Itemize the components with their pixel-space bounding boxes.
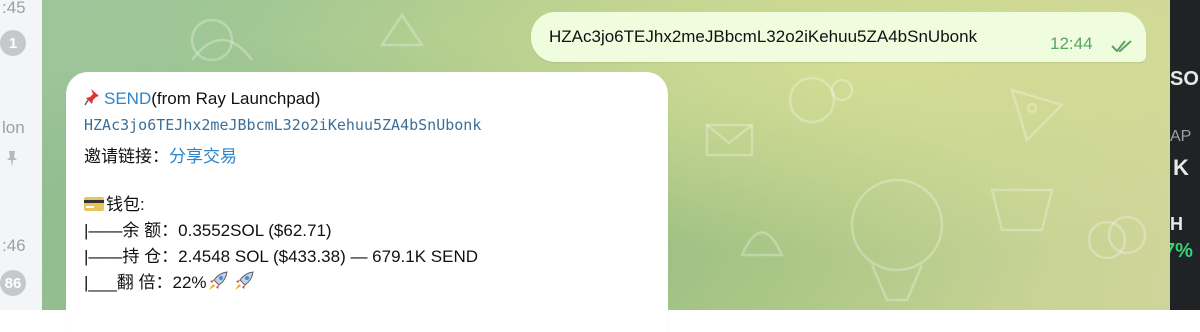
panel-text: H bbox=[1170, 214, 1183, 234]
chat-time: :46 bbox=[2, 236, 26, 255]
wallet-label: 钱包: bbox=[106, 195, 145, 214]
token-header-line: SEND(from Ray Launchpad) bbox=[84, 88, 320, 109]
outgoing-message-text: HZAc3jo6TEJhx2meJBbcmL32o2iKehuu5ZA4bSnU… bbox=[549, 27, 978, 46]
right-panel: SOL AP K H 7% bbox=[1170, 0, 1200, 310]
message-time: 12:44 bbox=[1050, 34, 1093, 53]
multiple-text: |___翻 倍：22% bbox=[84, 273, 207, 292]
chat-list-strip: :45 1 lon :46 86 bbox=[0, 0, 43, 310]
position-line: |——持 仓：2.4548 SOL ($433.38) — 679.1K SEN… bbox=[84, 247, 479, 266]
outgoing-message-bubble[interactable]: HZAc3jo6TEJhx2meJBbcmL32o2iKehuu5ZA4bSnU… bbox=[531, 12, 1146, 62]
rocket-icon bbox=[234, 271, 254, 290]
chat-time: :45 bbox=[2, 0, 26, 17]
token-source: (from Ray Launchpad) bbox=[151, 89, 321, 108]
invite-label: 邀请链接： bbox=[84, 147, 169, 166]
unread-badge[interactable]: 1 bbox=[0, 30, 26, 56]
wallet-line: 钱包: bbox=[84, 190, 145, 215]
pin-icon bbox=[7, 151, 17, 167]
token-address[interactable]: HZAc3jo6TEJhx2meJBbcmL32o2iKehuu5ZA4bSnU… bbox=[84, 116, 481, 134]
incoming-message-bubble[interactable]: SEND(from Ray Launchpad) HZAc3jo6TEJhx2m… bbox=[66, 72, 668, 332]
balance-line: |——余 额：0.3552SOL ($62.71) bbox=[84, 221, 332, 240]
envelope-doodle bbox=[705, 123, 754, 157]
doodle-decoration bbox=[379, 12, 425, 47]
cloud-doodle bbox=[1087, 215, 1147, 260]
credit-card-icon bbox=[84, 197, 104, 211]
panel-text: K bbox=[1173, 155, 1189, 180]
cake-doodle bbox=[990, 188, 1054, 232]
panel-text: SOL bbox=[1170, 68, 1200, 90]
rocket-icon bbox=[208, 271, 228, 290]
bell-doodle bbox=[740, 231, 784, 257]
invite-line: 邀请链接：分享交易 bbox=[84, 142, 237, 167]
chat-name-fragment[interactable]: lon bbox=[2, 118, 25, 138]
panel-text: AP bbox=[1170, 128, 1192, 145]
pizza-doodle bbox=[1010, 88, 1065, 143]
pushpin-icon bbox=[84, 89, 99, 106]
balloon-doodle bbox=[850, 178, 944, 302]
multiple-line: |___翻 倍：22% bbox=[84, 268, 255, 293]
doodle-decoration bbox=[190, 18, 253, 62]
panel-text: 7% bbox=[1170, 240, 1193, 262]
invite-link[interactable]: 分享交易 bbox=[169, 147, 237, 166]
doodle-decoration bbox=[788, 76, 854, 124]
token-link[interactable]: SEND bbox=[104, 89, 151, 108]
unread-badge[interactable]: 86 bbox=[0, 270, 26, 296]
double-check-icon bbox=[1111, 40, 1132, 53]
